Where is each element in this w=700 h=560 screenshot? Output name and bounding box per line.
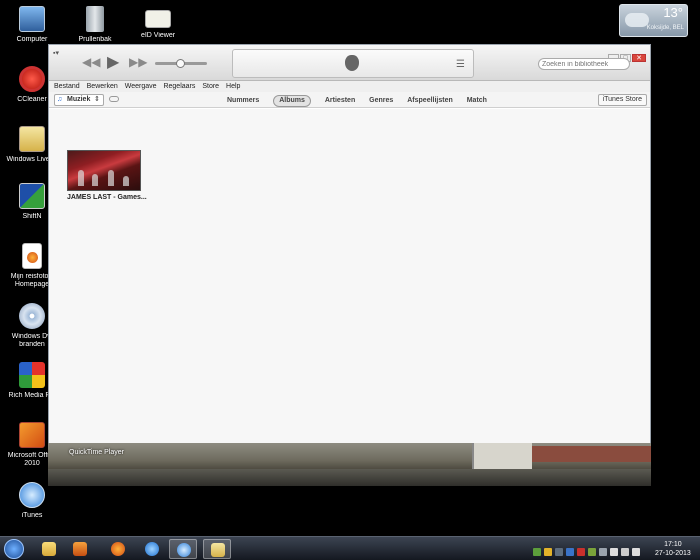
music-note-icon: ♫	[57, 96, 63, 103]
tray-icon[interactable]	[555, 548, 563, 556]
menu-store[interactable]: Store	[202, 81, 219, 92]
taskbar-firefox[interactable]	[104, 539, 132, 559]
start-button[interactable]	[4, 539, 24, 559]
tab-artiesten[interactable]: Artiesten	[325, 96, 355, 106]
firefox-doc-icon	[22, 243, 42, 269]
shiftn-icon	[19, 183, 45, 209]
quicktime-title: QuickTime Player	[69, 449, 124, 456]
flag-icon[interactable]	[610, 548, 618, 556]
previous-track-button[interactable]: ◀◀	[82, 55, 100, 69]
tray-icon[interactable]	[544, 548, 552, 556]
internet-explorer-icon	[145, 542, 159, 556]
album-cover[interactable]	[67, 150, 141, 191]
ccleaner-icon	[19, 66, 45, 92]
firefox-icon	[111, 542, 125, 556]
menu-regelaars[interactable]: Regelaars	[163, 81, 195, 92]
next-track-button[interactable]: ▶▶	[129, 55, 147, 69]
window-menu-icon[interactable]: ▪▾	[53, 49, 65, 57]
weather-location: Koksijde, BEL	[646, 25, 684, 31]
weather-gadget[interactable]: 13° Koksijde, BEL	[619, 4, 688, 37]
computer-icon	[19, 6, 45, 32]
desktop-icon-label: Computer	[16, 36, 48, 43]
tab-afspeellijsten[interactable]: Afspeellijsten	[407, 96, 453, 106]
desktop-icon-recycle-bin[interactable]: Prullenbak	[64, 6, 126, 44]
desktop-icon-eid-viewer[interactable]: eID Viewer	[127, 6, 189, 40]
desktop-icon-label: iTunes	[21, 512, 43, 519]
search-input[interactable]	[538, 58, 630, 70]
tab-match[interactable]: Match	[467, 96, 487, 106]
cloud-icon	[625, 13, 649, 27]
taskbar-clock[interactable]: 17:10 27-10-2013	[655, 540, 691, 558]
desktop-icon-label: eID Viewer	[140, 32, 176, 39]
itunes-icon	[19, 482, 45, 508]
chevron-updown-icon: ⇕	[94, 96, 100, 103]
itunes-icon	[177, 543, 191, 557]
play-button[interactable]: ▶	[107, 52, 119, 72]
recycle-bin-icon	[86, 6, 104, 32]
menu-bestand[interactable]: Bestand	[54, 81, 80, 92]
source-select[interactable]: ♫ Muziek ⇕	[54, 94, 104, 106]
dvd-icon	[19, 303, 45, 329]
taskbar-media-player[interactable]	[66, 539, 94, 559]
office-icon	[19, 422, 45, 448]
library-nav-bar: ♫ Muziek ⇕ Nummers Albums Artiesten Genr…	[49, 92, 650, 108]
tab-genres[interactable]: Genres	[369, 96, 393, 106]
tray-icon[interactable]	[577, 548, 585, 556]
weather-temperature: 13°	[663, 5, 683, 20]
album-title: JAMES LAST - Games...	[67, 194, 147, 201]
album-grid: JAMES LAST - Games...	[49, 109, 650, 444]
menu-bar: Bestand Bewerken Weergave Regelaars Stor…	[49, 81, 650, 92]
volume-slider[interactable]	[155, 59, 207, 68]
close-button[interactable]: ✕	[632, 54, 646, 62]
album-tile[interactable]: JAMES LAST - Games...	[67, 150, 147, 201]
desktop-icon-label: Prullenbak	[78, 36, 112, 43]
source-select-label: Muziek	[67, 96, 91, 103]
tab-albums[interactable]: Albums	[273, 95, 311, 107]
apple-logo-icon	[345, 55, 359, 71]
tab-nummers[interactable]: Nummers	[227, 96, 259, 106]
folder-icon	[42, 542, 56, 556]
desktop-icon-computer[interactable]: Computer	[1, 6, 63, 44]
now-playing-display: ☰	[232, 49, 474, 78]
quicktime-window[interactable]: QuickTime Player	[48, 443, 651, 486]
video-frame-roof	[513, 446, 651, 462]
tray-icon[interactable]	[566, 548, 574, 556]
itunes-toolbar: ▪▾ ◀◀ ▶ ▶▶ ☰ –□✕	[49, 45, 650, 81]
taskbar-internet-explorer[interactable]	[138, 539, 166, 559]
video-frame-house	[472, 443, 532, 469]
taskbar-itunes[interactable]	[169, 539, 197, 559]
taskbar-explorer[interactable]	[35, 539, 63, 559]
icloud-icon[interactable]	[109, 96, 119, 102]
clock-time: 17:10	[664, 541, 682, 548]
video-frame-water	[48, 469, 651, 486]
library-tabs: Nummers Albums Artiesten Genres Afspeell…	[227, 95, 499, 107]
rich-media-player-icon	[19, 362, 45, 388]
menu-help[interactable]: Help	[226, 81, 240, 92]
quicktime-icon	[211, 543, 225, 557]
network-icon[interactable]	[621, 548, 629, 556]
itunes-store-button[interactable]: iTunes Store	[597, 94, 647, 106]
taskbar-quicktime[interactable]	[203, 539, 231, 559]
itunes-window: ▪▾ ◀◀ ▶ ▶▶ ☰ –□✕ Bestand Bewerken Weerga…	[48, 44, 651, 486]
desktop: Computer Prullenbak eID Viewer CCleaner …	[0, 0, 700, 560]
windows-live-mail-icon	[19, 126, 45, 152]
system-tray	[533, 543, 643, 556]
taskbar: 17:10 27-10-2013	[0, 536, 700, 560]
clock-date: 27-10-2013	[655, 550, 691, 557]
tray-icon[interactable]	[599, 548, 607, 556]
volume-icon[interactable]	[632, 548, 640, 556]
window-controls: –□✕	[607, 47, 646, 62]
tray-icon[interactable]	[588, 548, 596, 556]
eid-viewer-icon	[145, 10, 171, 28]
menu-weergave[interactable]: Weergave	[125, 81, 157, 92]
volume-knob[interactable]	[176, 59, 185, 68]
tray-icon[interactable]	[533, 548, 541, 556]
up-next-list-icon[interactable]: ☰	[456, 59, 465, 70]
menu-bewerken[interactable]: Bewerken	[87, 81, 118, 92]
media-player-icon	[73, 542, 87, 556]
desktop-icon-itunes[interactable]: iTunes	[1, 482, 63, 520]
